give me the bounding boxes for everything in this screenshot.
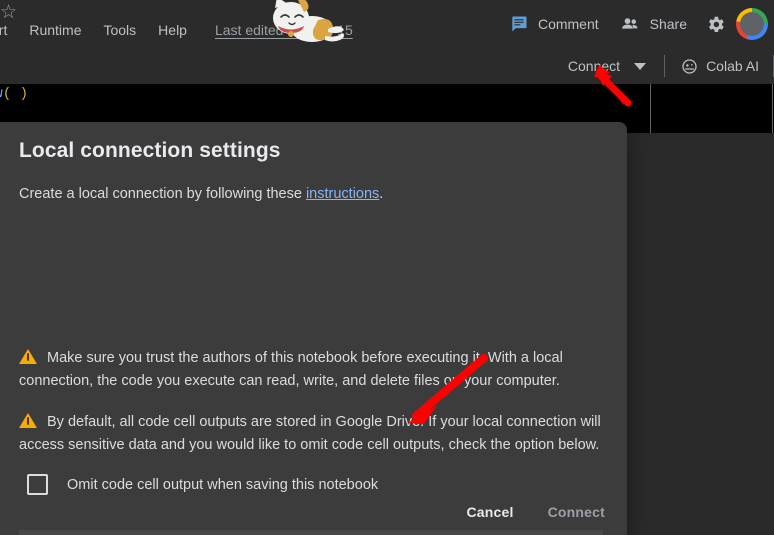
toolbar-divider [664,55,666,77]
dialog-title: Local connection settings [19,139,281,162]
code-cell-divider-right [772,84,773,133]
trust-authors-warning: Make sure you trust the authors of this … [19,347,604,393]
menu-bar: ☆ sert Runtime Tools Help Last edited on… [0,0,774,49]
menu-bar-actions: Comment Share [499,0,768,48]
user-avatar[interactable] [736,8,768,40]
comment-icon [512,16,527,32]
star-outline-icon[interactable]: ☆ [0,2,22,24]
comment-button[interactable]: Comment [499,8,609,40]
gear-icon [709,16,724,32]
people-icon [621,18,638,29]
dialog-subtitle: Create a local connection by following t… [19,186,383,202]
colab-app-root: ow( ) ☆ sert Runtime Tools Help Last edi… [0,0,774,535]
warning-triangle-icon [19,413,37,428]
menu-item-help[interactable]: Help [156,22,189,38]
menu-item-insert[interactable]: sert [0,22,9,38]
menu-list: sert Runtime Tools Help Last edited on M… [0,22,353,38]
colab-ai-label: Colab AI [706,58,759,74]
colab-ai-button[interactable]: Colab AI [671,53,769,80]
colab-ai-icon [682,58,697,74]
notebook-toolbar: Connect Colab AI [0,48,774,84]
code-cell-text: ow( ) [0,86,28,102]
dialog-subtitle-period: . [379,186,384,202]
omit-output-checkbox-row[interactable]: Omit code cell output when saving this n… [27,474,378,495]
backend-url-field[interactable]: Backend URL e.g. http://localhost:8888/?… [19,530,603,535]
instructions-link[interactable]: instructions [306,186,379,202]
warning-triangle-icon [19,349,37,364]
local-connection-settings-dialog: Local connection settings Create a local… [0,122,627,535]
toolbar-actions: Connect Colab AI [554,48,774,84]
connect-label: Connect [567,58,621,74]
menu-item-tools[interactable]: Tools [101,22,138,38]
trust-authors-warning-text: Make sure you trust the authors of this … [19,350,563,389]
code-cell-divider-left [650,84,651,133]
drive-outputs-warning: By default, all code cell outputs are st… [19,411,604,457]
chevron-down-icon[interactable] [634,62,647,70]
cancel-button[interactable]: Cancel [452,495,527,529]
share-button[interactable]: Share [609,8,697,40]
connect-button[interactable]: Connect [554,53,658,79]
code-token-parens: ( ) [2,86,29,102]
share-label: Share [649,16,687,32]
comment-label: Comment [537,16,599,32]
dialog-subtitle-text: Create a local connection by following t… [19,186,306,202]
last-edited-label[interactable]: Last edited on May 15 [215,22,353,38]
omit-output-checkbox[interactable] [27,474,48,495]
dialog-connect-button: Connect [547,504,605,520]
notebook-page-background-right [627,133,774,535]
settings-button[interactable] [697,8,734,41]
drive-outputs-warning-text: By default, all code cell outputs are st… [19,414,601,453]
menu-item-runtime[interactable]: Runtime [27,22,83,38]
dialog-action-buttons: Cancel Connect [452,495,619,529]
omit-output-label: Omit code cell output when saving this n… [67,476,379,493]
